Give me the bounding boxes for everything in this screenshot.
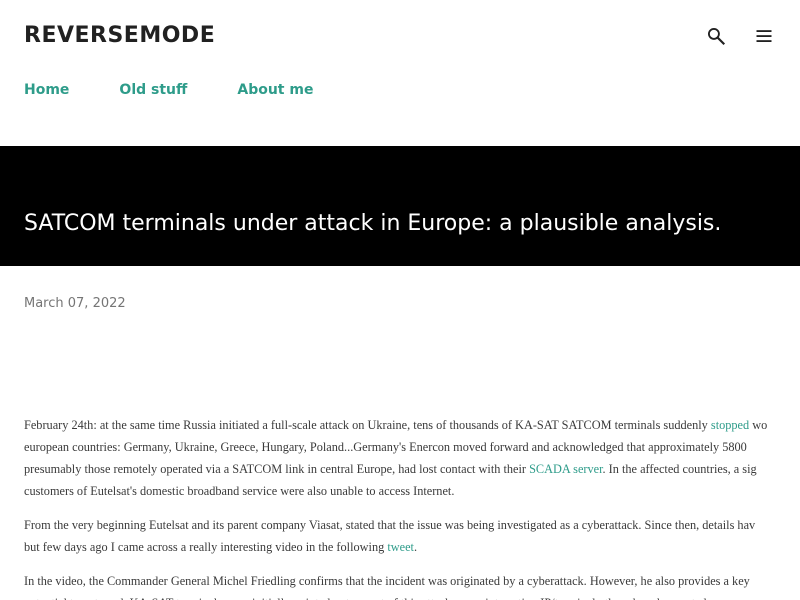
post-title: SATCOM terminals under attack in Europe:… [24,211,722,236]
link-stopped[interactable]: stopped [711,418,749,432]
link-scada-server[interactable]: SCADA server [529,462,602,476]
paragraph-line: customers of Eutelsat's domestic broadba… [24,484,455,498]
link-tweet[interactable]: tweet [387,540,414,554]
post-date: March 07, 2022 [24,296,126,311]
text-segment: wo [749,418,768,432]
paragraph-line: presumably those remotely operated via a… [24,458,800,480]
paragraph-line: In the video, the Commander General Mich… [24,574,750,588]
text-segment: but few days ago I came across a really … [24,540,388,554]
paragraph-line: european countries: Germany, Ukraine, Gr… [24,440,747,454]
text-segment: February 24th: at the same time Russia i… [24,418,711,432]
nav-link-home[interactable]: Home [24,80,69,100]
paragraph-line: From the very beginning Eutelsat and its… [24,518,756,532]
paragraph-line: but few days ago I came across a really … [24,536,800,558]
paragraph-2: From the very beginning Eutelsat and its… [24,514,800,558]
search-icon [708,27,726,46]
menu-button[interactable] [750,22,778,50]
site-header: REVERSEMODE Home Old stuff About me [0,0,800,146]
text-segment: . [413,540,418,554]
nav-link-about-me[interactable]: About me [237,80,313,100]
search-button[interactable] [702,22,730,50]
paragraph-line: February 24th: at the same time Russia i… [24,414,800,436]
paragraph-1: February 24th: at the same time Russia i… [24,414,800,502]
text-segment: presumably those remotely operated via a… [24,462,530,476]
site-title[interactable]: REVERSEMODE [24,20,215,52]
paragraph-3: In the video, the Commander General Mich… [24,570,800,600]
post-hero: SATCOM terminals under attack in Europe:… [0,146,800,266]
paragraph-line: potential targets and. KA-SAT terminals … [24,592,800,600]
menu-icon [756,30,772,42]
text-segment: . In the affected countries, a sig [602,462,757,476]
main-nav: Home Old stuff About me [24,80,363,100]
post-body: February 24th: at the same time Russia i… [24,414,800,600]
nav-link-old-stuff[interactable]: Old stuff [119,80,187,100]
